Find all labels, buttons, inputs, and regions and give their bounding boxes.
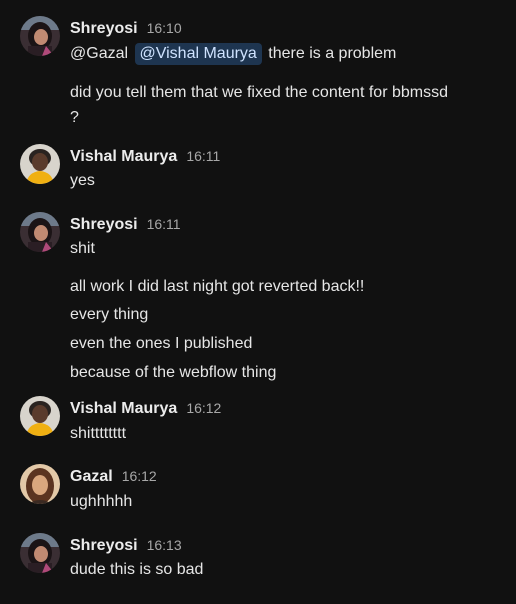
- message-header: Shreyosi 16:10: [70, 16, 182, 40]
- avatar[interactable]: [20, 396, 60, 436]
- author-name[interactable]: Vishal Maurya: [70, 400, 177, 417]
- timestamp: 16:12: [121, 468, 157, 484]
- message-line: all work I did last night got reverted b…: [70, 278, 365, 295]
- timestamp: 16:10: [146, 20, 182, 36]
- message-line: shitttttttt: [70, 425, 127, 442]
- timestamp: 16:11: [146, 216, 181, 232]
- vishal-avatar-icon: [20, 144, 60, 184]
- shreyosi-avatar-icon: [20, 16, 60, 56]
- avatar[interactable]: [20, 464, 60, 504]
- avatar[interactable]: [20, 16, 60, 56]
- message-header: Gazal 16:12: [70, 464, 157, 488]
- shreyosi-avatar-icon: [20, 212, 60, 252]
- message-text: there is a problem: [268, 45, 397, 62]
- timestamp: 16:13: [146, 537, 182, 553]
- avatar[interactable]: [20, 533, 60, 573]
- message-line: did you tell them that we fixed the cont…: [70, 84, 448, 101]
- message-header: Shreyosi 16:13: [70, 533, 182, 557]
- timestamp: 16:11: [186, 148, 221, 164]
- message-line: @Gazal @Vishal Maurya there is a problem: [70, 42, 396, 66]
- timestamp: 16:12: [186, 400, 222, 416]
- author-name[interactable]: Vishal Maurya: [70, 148, 177, 165]
- message-line: ughhhhh: [70, 493, 133, 510]
- vishal-avatar-icon: [20, 396, 60, 436]
- shreyosi-avatar-icon: [20, 533, 60, 573]
- message-line: shit: [70, 240, 95, 257]
- message-line: ?: [70, 109, 79, 126]
- message-line: because of the webflow thing: [70, 364, 277, 381]
- avatar[interactable]: [20, 144, 60, 184]
- avatar[interactable]: [20, 212, 60, 252]
- message-header: Vishal Maurya 16:12: [70, 396, 221, 420]
- message-header: Vishal Maurya 16:11: [70, 144, 220, 168]
- author-name[interactable]: Shreyosi: [70, 216, 138, 233]
- message-line: dude this is so bad: [70, 561, 204, 578]
- gazal-avatar-icon: [20, 464, 60, 504]
- message-line: yes: [70, 172, 95, 189]
- mention-vishal-maurya[interactable]: @Vishal Maurya: [134, 43, 262, 65]
- message-line: even the ones I published: [70, 335, 253, 352]
- message-line: every thing: [70, 306, 149, 323]
- mention-gazal[interactable]: @Gazal: [70, 45, 128, 62]
- author-name[interactable]: Shreyosi: [70, 537, 138, 554]
- author-name[interactable]: Gazal: [70, 468, 113, 485]
- message-header: Shreyosi 16:11: [70, 212, 181, 236]
- author-name[interactable]: Shreyosi: [70, 20, 138, 37]
